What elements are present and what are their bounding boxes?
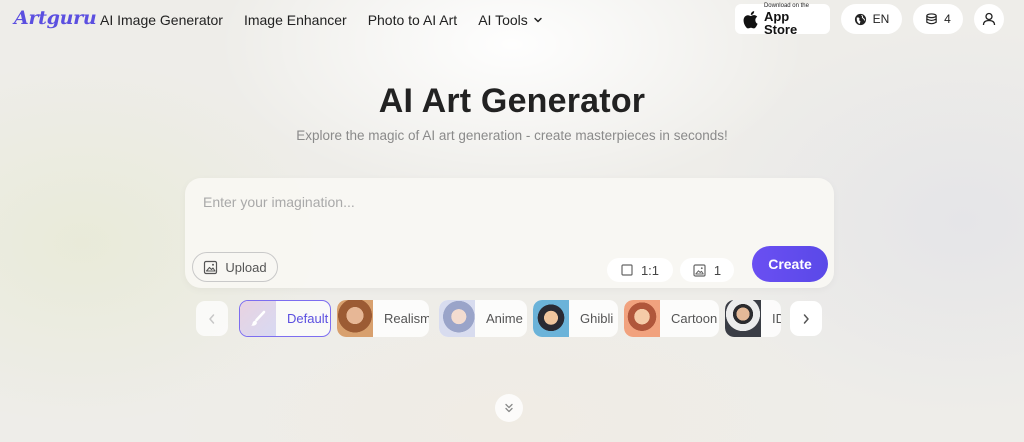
chevron-right-icon [803,313,809,324]
page-subtitle: Explore the magic of AI art generation -… [296,128,728,143]
style-chip-realism[interactable]: Realism [337,300,429,337]
style-chip-id[interactable]: ID [725,300,781,337]
double-chevron-down-icon [505,403,513,413]
credits-count: 4 [944,12,951,26]
nav-link-label: Image Enhancer [243,12,347,28]
paintbrush-icon [251,310,266,326]
image-count-selector[interactable]: 1 [680,258,734,282]
style-thumb-realism [337,300,373,337]
nav-link-ai-tools[interactable]: AI Tools [478,12,543,28]
style-thumb-default [240,301,276,336]
nav-right-group: Download on the App Store EN 4 [735,2,1004,37]
nav-link-ai-image-generator[interactable]: AI Image Generator [100,12,223,28]
style-label: Cartoon [671,311,718,326]
upload-button[interactable]: Upload [192,252,278,282]
artguru-logo[interactable]: Artguru [14,7,97,29]
nav-link-label: AI Image Generator [100,12,223,28]
coins-stack-icon [926,12,937,24]
app-store-big-text: App Store [763,8,798,37]
language-label: EN [872,12,890,26]
style-label: Default [287,311,329,326]
create-button[interactable]: Create [752,246,828,282]
globe-icon [854,13,866,25]
aspect-ratio-selector[interactable]: 1:1 [607,258,673,282]
style-thumb-anime [439,300,475,337]
style-label: Realism [384,311,429,326]
nav-links: AI Image Generator Image Enhancer Photo … [100,12,543,28]
apple-icon [743,10,758,28]
nav-link-label: AI Tools [478,12,528,28]
app-store-small-text: Download on the [763,2,809,9]
language-selector[interactable]: EN [841,4,902,34]
upload-label: Upload [225,259,267,275]
nav-link-photo-to-ai-art[interactable]: Photo to AI Art [368,12,458,28]
style-chip-cartoon[interactable]: Cartoon [624,300,719,337]
account-button[interactable] [974,4,1004,34]
style-label: Ghibli [580,311,614,326]
image-count-value: 1 [713,262,722,278]
page-title: AI Art Generator [378,82,646,120]
scroll-down-button[interactable] [495,394,523,422]
prompt-input[interactable] [203,190,803,214]
credits-counter[interactable]: 4 [913,4,963,34]
style-chip-default[interactable]: Default [239,300,331,337]
aspect-ratio-value: 1:1 [640,262,660,278]
prompt-panel: Upload 1:1 1 Create [185,178,834,288]
styles-next-button[interactable] [790,301,822,336]
nav-link-image-enhancer[interactable]: Image Enhancer [244,12,347,28]
style-presets-row: Default Realism Anime Ghibli Cartoon ID [239,300,781,337]
style-chip-ghibli[interactable]: Ghibli [533,300,618,337]
image-icon [693,263,706,277]
styles-prev-button[interactable] [196,301,228,336]
style-thumb-id [725,300,761,337]
top-navbar: Artguru AI Image Generator Image Enhance… [0,0,1024,40]
square-ratio-icon [621,264,633,276]
nav-link-label: Photo to AI Art [367,12,458,28]
style-label: ID [772,311,781,326]
style-thumb-ghibli [533,300,569,337]
chevron-left-icon [209,313,215,324]
app-store-badge[interactable]: Download on the App Store [735,2,830,37]
style-label: Anime [486,311,523,326]
user-icon [982,12,996,26]
image-upload-icon [204,260,218,274]
style-thumb-cartoon [624,300,660,337]
style-chip-anime[interactable]: Anime [439,300,527,337]
chevron-down-icon [534,17,542,23]
